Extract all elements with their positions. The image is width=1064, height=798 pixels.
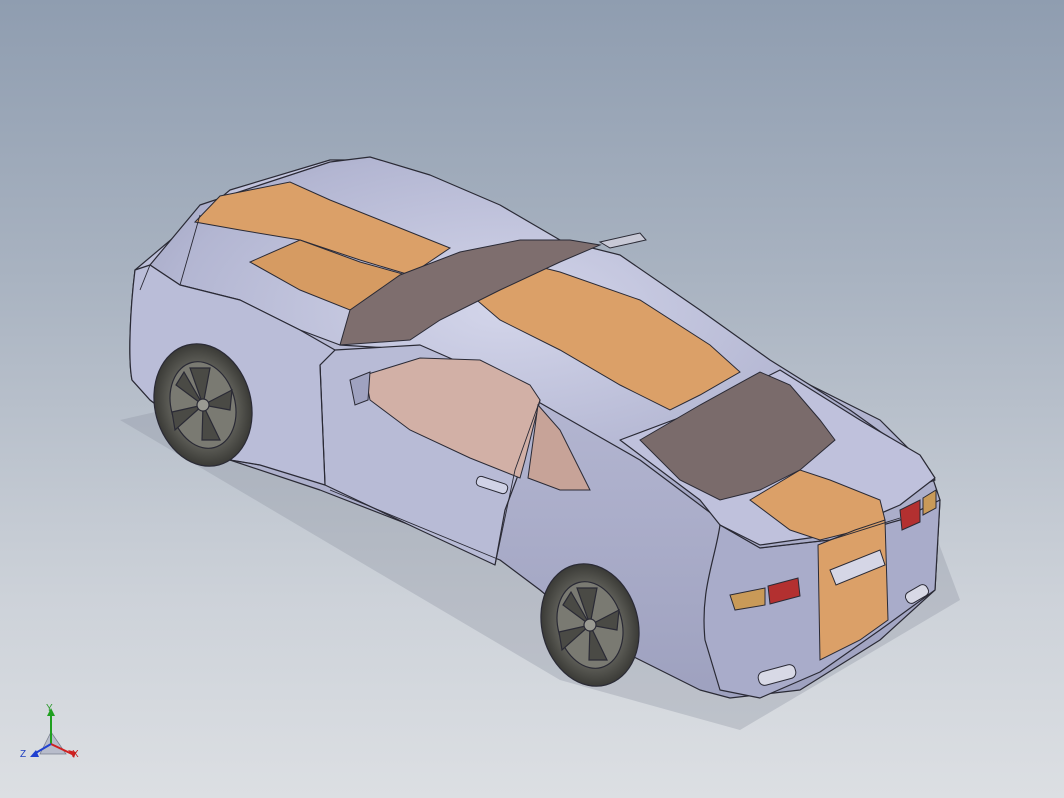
triad-x-label: X [72,749,79,760]
car-model[interactable] [0,0,1064,798]
antenna-fin [598,232,647,249]
triad-z-label: Z [20,749,27,760]
graphics-viewport[interactable]: Y X Z [0,0,1064,798]
coordinate-triad-icon: Y X Z [18,700,88,770]
triad-y-label: Y [46,703,53,714]
